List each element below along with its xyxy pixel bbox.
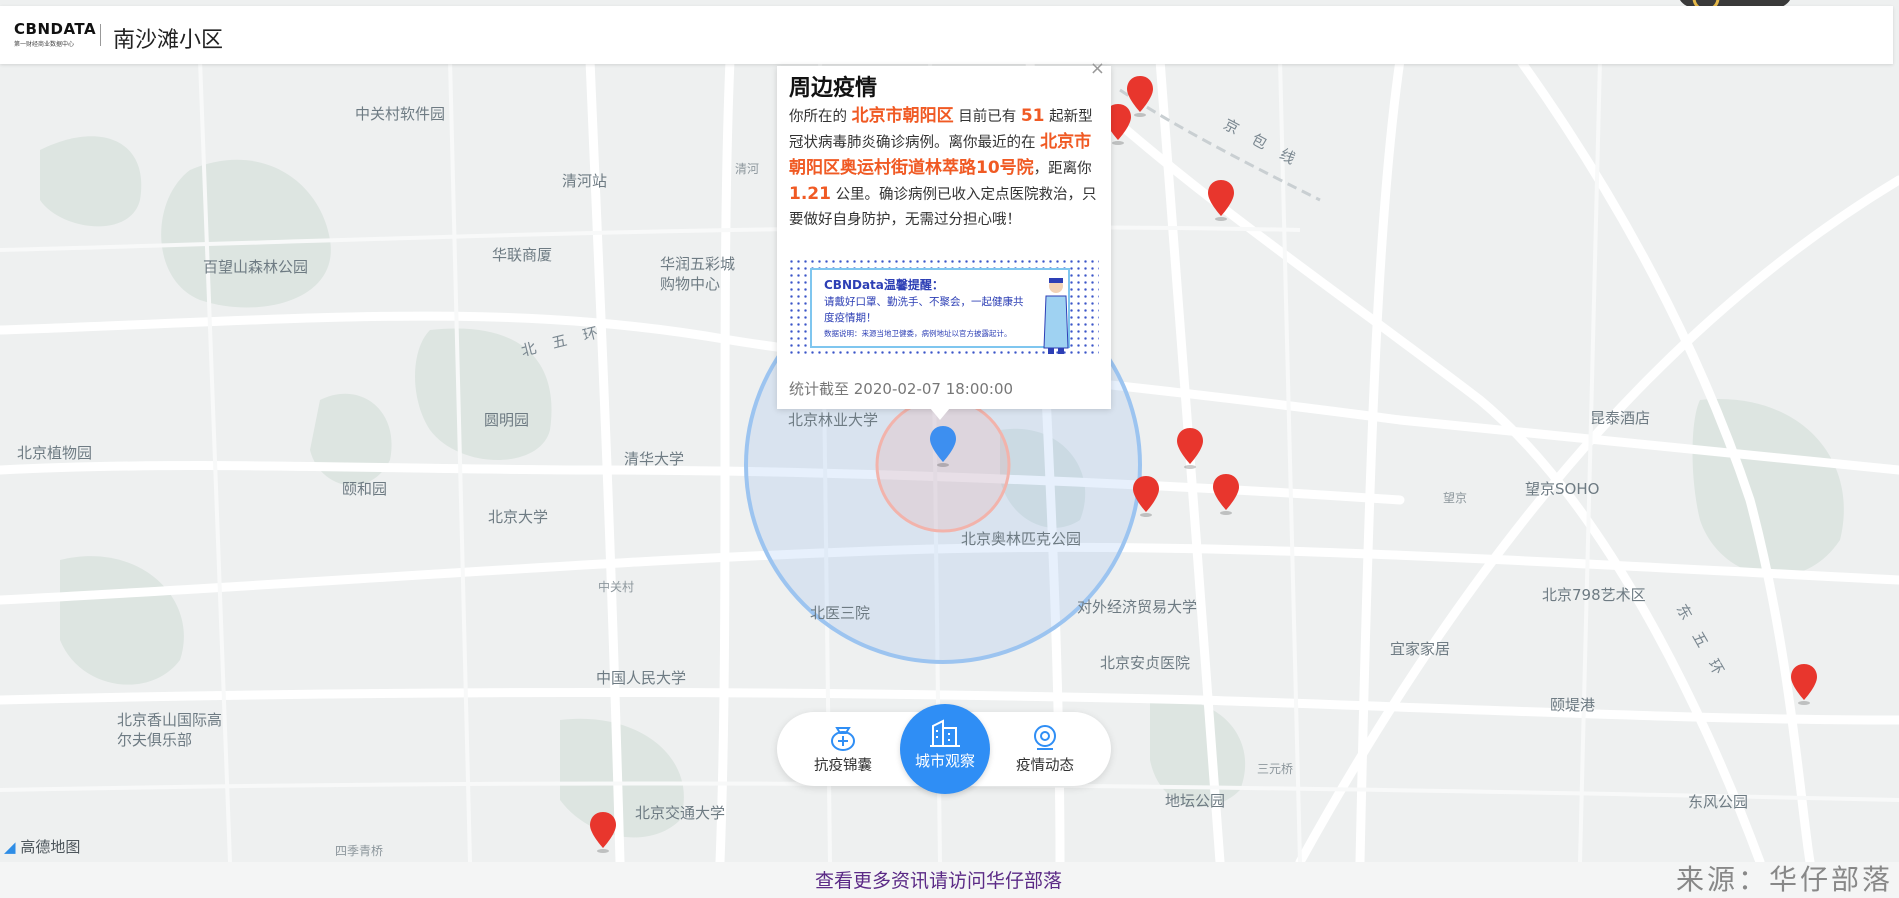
map-label: 百望山森林公园 <box>203 258 309 276</box>
map-label: 宜家家居 <box>1390 640 1451 658</box>
map-label: 地坛公园 <box>1165 792 1226 810</box>
map-label: 四季青桥 <box>335 844 384 858</box>
map-label: 圆明园 <box>484 411 530 429</box>
map-label: 北京林业大学 <box>788 411 879 429</box>
map-label: 中关村 <box>598 580 635 594</box>
top-header: CBNDATA 第一财经商业数据中心 南沙滩小区 <box>0 6 1893 64</box>
close-icon[interactable]: × <box>1090 58 1105 79</box>
map-label: 对外经济贸易大学 <box>1077 598 1198 616</box>
map-label: 北京大学 <box>488 508 549 526</box>
map-label: 清河站 <box>562 172 608 190</box>
reminder-message: 请戴好口罩、勤洗手、不聚会，一起健康共度疫情期！ <box>824 296 1024 324</box>
user-location-pin[interactable] <box>928 424 958 468</box>
nav-city-observation[interactable]: 城市观察 <box>900 704 990 794</box>
map-label: 中关村软件园 <box>355 105 446 123</box>
more-info-link[interactable]: 查看更多资讯请访问华仔部落 <box>815 866 1062 893</box>
map-label: 华润五彩城购物中心 <box>660 255 736 293</box>
logo-text: CBNDATA <box>14 20 97 38</box>
medical-bag-icon <box>831 727 855 751</box>
map-label: 颐和园 <box>342 480 388 498</box>
map-label: 清华大学 <box>624 450 685 468</box>
map-label: 北京交通大学 <box>635 804 726 822</box>
reminder-heading: CBNData温馨提醒： <box>824 278 944 292</box>
case-pin[interactable] <box>1206 178 1236 222</box>
district-name: 北京市朝阳区 <box>851 106 954 126</box>
map-label: 东风公园 <box>1688 793 1749 811</box>
case-pin[interactable] <box>1175 426 1205 470</box>
map-label: 华联商厦 <box>492 246 553 264</box>
map-label: 北医三院 <box>810 604 871 622</box>
case-pin[interactable] <box>1211 472 1241 516</box>
logo-subtitle: 第一财经商业数据中心 <box>14 41 75 48</box>
nav-city-observation-label: 城市观察 <box>914 752 975 770</box>
map-label: 北京奥林匹克公园 <box>961 530 1082 548</box>
popup-pointer <box>930 408 950 420</box>
map-label: 北京香山国际高尔夫俱乐部 <box>117 711 223 749</box>
reminder-note: 数据说明：来源当地卫健委，病例地址以官方披露起计。 <box>824 329 1012 338</box>
building-icon <box>930 719 960 747</box>
nav-updates[interactable]: 疫情动态 <box>1005 722 1085 775</box>
nearby-epidemic-popup: × 周边疫情 你所在的 北京市朝阳区 目前已有 51 起新型冠状病毒肺炎确诊病例… <box>777 58 1111 409</box>
map-label: 望京SOHO <box>1525 480 1600 498</box>
map-label: 北京植物园 <box>17 444 93 462</box>
source-credit: 来源：华仔部落 <box>1676 863 1894 896</box>
reminder-card: CBNData温馨提醒： 请戴好口罩、勤洗手、不聚会，一起健康共度疫情期！ 数据… <box>810 268 1070 348</box>
popup-body: 你所在的 北京市朝阳区 目前已有 51 起新型冠状病毒肺炎确诊病例。离你最近的在… <box>789 106 1097 228</box>
page-title: 南沙滩小区 <box>113 28 224 53</box>
map-label: 颐堤港 <box>1550 696 1596 714</box>
amap-logo-icon: ◢ <box>4 838 16 856</box>
header-divider <box>100 24 101 46</box>
case-pin[interactable] <box>1789 662 1819 706</box>
case-pin[interactable] <box>588 810 618 854</box>
case-pin[interactable] <box>1131 474 1161 518</box>
map-label: 昆泰酒店 <box>1590 409 1651 427</box>
reminder-banner: CBNData温馨提醒： 请戴好口罩、勤洗手、不聚会，一起健康共度疫情期！ 数据… <box>788 258 1099 358</box>
camera-icon <box>1034 725 1056 750</box>
cbndata-logo[interactable]: CBNDATA 第一财经商业数据中心 <box>14 20 97 52</box>
nav-tips[interactable]: 抗疫锦囊 <box>803 722 883 775</box>
update-timestamp: 统计截至 2020-02-07 18:00:00 <box>789 380 1014 398</box>
nav-updates-label: 疫情动态 <box>1016 758 1074 774</box>
nav-tips-label: 抗疫锦囊 <box>814 758 872 774</box>
popup-title: 周边疫情 <box>789 76 878 101</box>
distance-value: 1.21 <box>789 184 831 204</box>
case-count: 51 <box>1020 106 1045 126</box>
map-label: 望京 <box>1443 491 1468 505</box>
map-label: 北京798艺术区 <box>1542 586 1646 604</box>
map-attribution: ◢ 高德地图 <box>4 838 81 856</box>
map-label: 三元桥 <box>1257 762 1294 776</box>
map-label: 中国人民大学 <box>596 669 687 687</box>
doctor-illustration-icon <box>1043 278 1069 354</box>
map-label: 清河 <box>735 162 760 176</box>
map-label: 北京安贞医院 <box>1100 654 1191 672</box>
